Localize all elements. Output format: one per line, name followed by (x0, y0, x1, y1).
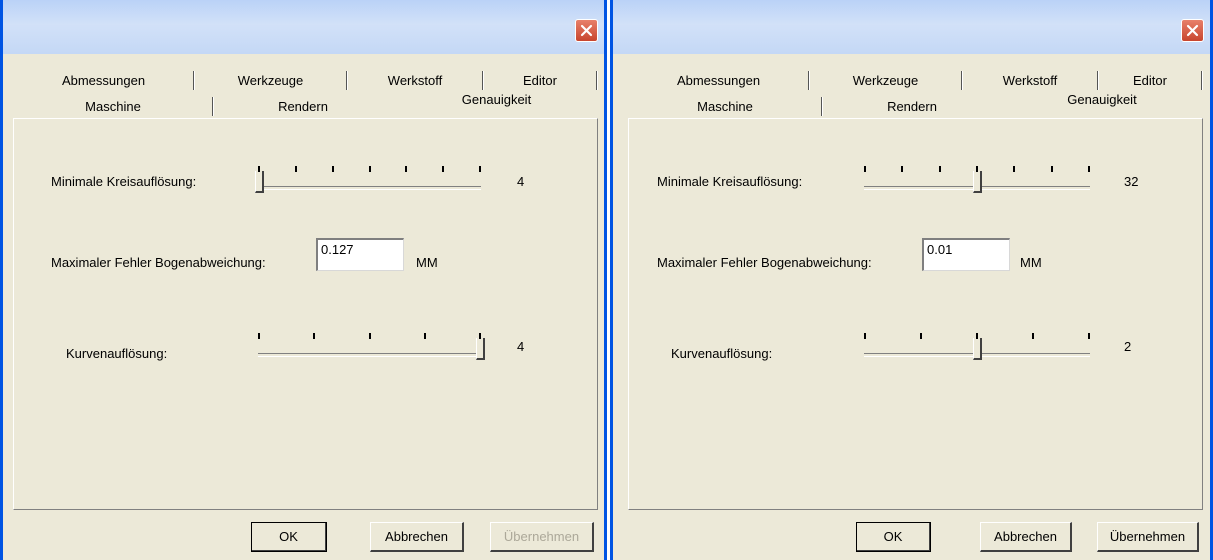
slider-tick (369, 333, 371, 339)
slider-tick (1032, 333, 1034, 339)
slider-track (258, 186, 481, 190)
title-bar (613, 0, 1210, 54)
settings-dialog-left: Abmessungen Werkzeuge Werkstoff Editor M… (0, 0, 607, 560)
settings-dialog-right: Abmessungen Werkzeuge Werkstoff Editor M… (610, 0, 1213, 560)
tab-label: Genauigkeit (1067, 92, 1137, 107)
title-bar (3, 0, 604, 54)
tab-label: Abmessungen (676, 72, 761, 88)
bogenabweichung-unit: MM (1020, 255, 1042, 270)
tab-label: Editor (523, 72, 557, 88)
slider-tick (864, 166, 866, 172)
kreisaufloesung-slider[interactable] (864, 166, 1090, 198)
ok-button[interactable]: OK (251, 522, 327, 552)
tab-label: Werkzeuge (852, 72, 919, 88)
close-icon (1186, 24, 1199, 37)
kurvenaufloesung-slider[interactable] (258, 333, 485, 365)
tab-label: Rendern (887, 98, 937, 114)
ok-button[interactable]: OK (856, 522, 931, 552)
tab-rendern[interactable]: Rendern (822, 94, 1002, 118)
tab-rendern[interactable]: Rendern (213, 94, 393, 118)
bogenabweichung-input[interactable]: 0.01 (922, 238, 1010, 271)
slider-tick (901, 166, 903, 172)
tab-label: Genauigkeit (461, 92, 532, 107)
tab-label: Maschine (85, 98, 141, 114)
tab-abmessungen[interactable]: Abmessungen (13, 68, 194, 92)
kurvenaufloesung-value: 2 (1124, 339, 1132, 354)
slider-tick (313, 333, 315, 339)
kreisaufloesung-label: Minimale Kreisauflösung: (51, 174, 197, 189)
uebernehmen-button[interactable]: Übernehmen (490, 522, 594, 552)
close-button[interactable] (575, 19, 598, 42)
tab-label: Maschine (697, 98, 753, 114)
tab-label: Werkstoff (1002, 72, 1058, 88)
bogenabweichung-input[interactable]: 0.127 (316, 238, 404, 271)
kurvenaufloesung-label: Kurvenauflösung: (671, 346, 773, 361)
kreisaufloesung-value: 32 (1124, 174, 1139, 189)
slider-thumb[interactable] (476, 338, 485, 360)
slider-tick (976, 333, 978, 339)
kreisaufloesung-slider[interactable] (255, 166, 481, 198)
slider-tick (976, 166, 978, 172)
tab-label: Editor (1133, 72, 1167, 88)
slider-tick (920, 333, 922, 339)
bogenabweichung-label: Maximaler Fehler Bogenabweichung: (657, 255, 872, 270)
tab-label: Werkstoff (387, 72, 443, 88)
abbrechen-button[interactable]: Abbrechen (980, 522, 1072, 552)
tab-label: Abmessungen (61, 72, 146, 88)
slider-thumb[interactable] (255, 171, 264, 193)
kurvenaufloesung-label: Kurvenauflösung: (66, 346, 168, 361)
tab-werkzeuge[interactable]: Werkzeuge (194, 68, 347, 92)
kurvenaufloesung-value: 4 (517, 339, 525, 354)
slider-tick (424, 333, 426, 339)
close-button[interactable] (1181, 19, 1204, 42)
slider-tick (258, 166, 260, 172)
slider-track (258, 353, 481, 357)
tab-genauigkeit[interactable]: Genauigkeit (1002, 88, 1202, 118)
tab-maschine[interactable]: Maschine (628, 94, 822, 118)
slider-tick (442, 166, 444, 172)
kreisaufloesung-label: Minimale Kreisauflösung: (657, 174, 803, 189)
slider-tick (479, 166, 481, 172)
slider-tick (479, 333, 481, 339)
tab-werkzeuge[interactable]: Werkzeuge (809, 68, 962, 92)
slider-tick (939, 166, 941, 172)
slider-tick (332, 166, 334, 172)
tab-label: Rendern (278, 98, 328, 114)
tab-abmessungen[interactable]: Abmessungen (628, 68, 809, 92)
abbrechen-button[interactable]: Abbrechen (370, 522, 464, 552)
tab-maschine[interactable]: Maschine (13, 94, 213, 118)
slider-tick (1013, 166, 1015, 172)
close-icon (580, 24, 593, 37)
slider-tick (405, 166, 407, 172)
bogenabweichung-label: Maximaler Fehler Bogenabweichung: (51, 255, 266, 270)
slider-tick (1088, 166, 1090, 172)
slider-tick (864, 333, 866, 339)
tab-genauigkeit[interactable]: Genauigkeit (395, 88, 598, 118)
slider-tick (295, 166, 297, 172)
bogenabweichung-unit: MM (416, 255, 438, 270)
slider-tick (369, 166, 371, 172)
uebernehmen-button[interactable]: Übernehmen (1097, 522, 1199, 552)
kreisaufloesung-value: 4 (517, 174, 525, 189)
slider-tick (1088, 333, 1090, 339)
slider-thumb[interactable] (973, 338, 982, 360)
kurvenaufloesung-slider[interactable] (864, 333, 1090, 365)
slider-thumb[interactable] (973, 171, 982, 193)
tab-label: Werkzeuge (237, 72, 304, 88)
slider-tick (258, 333, 260, 339)
slider-tick (1051, 166, 1053, 172)
